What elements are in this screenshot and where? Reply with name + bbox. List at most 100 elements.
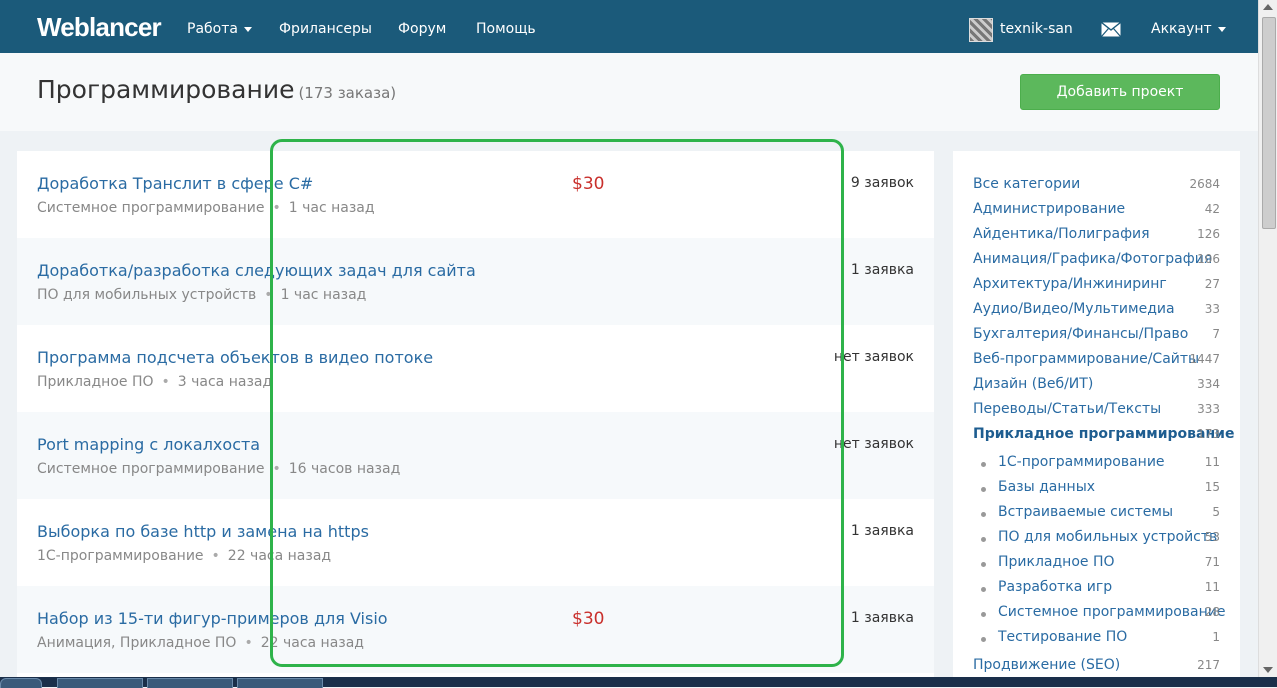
nav-username[interactable]: texnik-san [1000, 21, 1073, 37]
category-count: 11 [1204, 455, 1220, 469]
sidebar-subitem-game-dev[interactable]: Разработка игр 11 [953, 579, 1240, 604]
category-label: Айдентика/Полиграфия [973, 226, 1150, 242]
subcategory-label: 1С-программирование [998, 454, 1165, 470]
project-category[interactable]: ПО для мобильных устройств [37, 287, 256, 303]
nav-account-menu[interactable]: Аккаунт [1151, 21, 1226, 37]
bullet-icon [981, 537, 986, 542]
sidebar-subitem-testing[interactable]: Тестирование ПО 1 [953, 629, 1240, 654]
chevron-down-icon [243, 26, 252, 32]
nav-forum[interactable]: Форум [398, 21, 446, 37]
sidebar-subitem-mobile[interactable]: ПО для мобильных устройств 53 [953, 529, 1240, 554]
sidebar-item-architecture[interactable]: Архитектура/Инжиниринг 27 [953, 276, 1240, 301]
project-title-link[interactable]: Port mapping с локалхоста [37, 435, 260, 454]
site-logo[interactable]: Weblancer [37, 12, 162, 43]
envelope-icon[interactable] [1101, 22, 1121, 37]
scrollbar-thumb[interactable] [1262, 17, 1276, 229]
sidebar-item-web-programming[interactable]: Веб-программирование/Сайты 1447 [953, 351, 1240, 376]
sidebar-item-accounting[interactable]: Бухгалтерия/Финансы/Право 7 [953, 326, 1240, 351]
project-bids: 9 заявок [850, 175, 914, 191]
project-meta: Системное программирование • 16 часов наза… [37, 461, 400, 477]
page-header: Программирование (173 заказа) Добавить пр… [0, 53, 1258, 131]
project-time: 1 час назад [280, 287, 367, 303]
sidebar-item-administration[interactable]: Администрирование 42 [953, 201, 1240, 226]
project-bids: нет заявок [833, 349, 914, 365]
project-title-link[interactable]: Доработка/разработка следующих задач для… [37, 261, 476, 280]
sidebar-item-all[interactable]: Все категории 2684 [953, 176, 1240, 201]
category-count: 2684 [1189, 177, 1220, 191]
project-bids: нет заявок [833, 436, 914, 452]
sidebar-subitem-system-programming[interactable]: Системное программирование 28 [953, 604, 1240, 629]
category-count: 15 [1204, 480, 1220, 494]
category-count: 5 [1212, 505, 1220, 519]
sidebar-item-audio-video[interactable]: Аудио/Видео/Мультимедиа 33 [953, 301, 1240, 326]
project-meta: 1С-программирование • 22 часа назад [37, 548, 331, 564]
project-bids: 1 заявка [850, 523, 914, 539]
category-count: 27 [1204, 277, 1220, 291]
bullet-icon [981, 587, 986, 592]
os-taskbar [0, 677, 1277, 688]
separator-dot: • [272, 200, 281, 216]
project-bids: 1 заявка [850, 610, 914, 626]
subcategory-label: ПО для мобильных устройств [998, 529, 1218, 545]
sidebar-item-translations[interactable]: Переводы/Статьи/Тексты 333 [953, 401, 1240, 426]
category-label: Все категории [973, 176, 1081, 192]
project-title-link[interactable]: Доработка Транслит в сфере C# [37, 174, 313, 193]
project-category[interactable]: Прикладное ПО [37, 374, 154, 390]
scroll-up-arrow-icon[interactable] [1263, 4, 1273, 10]
project-meta: Анимация, Прикладное ПО • 22 часа назад [37, 635, 364, 651]
project-category[interactable]: Системное программирование [37, 200, 264, 216]
top-navigation: Weblancer Работа Фрилансеры Форум Помощь… [0, 0, 1258, 53]
vertical-scrollbar[interactable] [1258, 0, 1277, 677]
subcategory-label: Разработка игр [998, 579, 1113, 595]
category-label: Прикладное программирование [973, 426, 1235, 442]
category-label: Администрирование [973, 201, 1126, 217]
category-count: 33 [1204, 302, 1220, 316]
bullet-icon [981, 637, 986, 642]
page-title: Программирование (173 заказа) [37, 75, 396, 104]
bullet-icon [981, 487, 986, 492]
nav-work-menu[interactable]: Работа [187, 21, 252, 37]
scroll-down-arrow-icon[interactable] [1263, 667, 1273, 673]
category-label: Переводы/Статьи/Тексты [973, 401, 1162, 417]
bullet-icon [981, 562, 986, 567]
subcategory-label: Тестирование ПО [998, 629, 1128, 645]
category-count: 7 [1212, 327, 1220, 341]
sidebar-item-identity[interactable]: Айдентика/Полиграфия 126 [953, 226, 1240, 251]
category-count: 126 [1197, 227, 1220, 241]
user-avatar-icon[interactable] [969, 18, 993, 42]
subcategory-label: Встраиваемые системы [998, 504, 1174, 520]
project-meta: Прикладное ПО • 3 часа назад [37, 374, 272, 390]
project-time: 3 часа назад [177, 374, 273, 390]
add-project-button[interactable]: Добавить проект [1020, 74, 1220, 110]
category-count: 106 [1197, 252, 1220, 266]
project-row: Доработка/разработка следующих задач для… [17, 238, 934, 325]
nav-help[interactable]: Помощь [476, 21, 536, 37]
category-label: Аудио/Видео/Мультимедиа [973, 301, 1175, 317]
project-time: 16 часов назад [288, 461, 401, 477]
sidebar-item-animation[interactable]: Анимация/Графика/Фотография 106 [953, 251, 1240, 276]
sidebar-subitem-embedded[interactable]: Встраиваемые системы 5 [953, 504, 1240, 529]
project-category[interactable]: Системное программирование [37, 461, 264, 477]
bullet-icon [981, 512, 986, 517]
order-count: (173 заказа) [298, 84, 397, 102]
project-bids: 1 заявка [850, 262, 914, 278]
project-time: 22 часа назад [227, 548, 332, 564]
project-row: Выборка по базе http и замена на https 1… [17, 499, 934, 586]
sidebar-subitem-applied-software[interactable]: Прикладное ПО 71 [953, 554, 1240, 579]
project-category[interactable]: Анимация, Прикладное ПО [37, 635, 236, 651]
project-title-link[interactable]: Программа подсчета объектов в видео пото… [37, 348, 433, 367]
category-label: Анимация/Графика/Фотография [973, 251, 1213, 267]
project-title-link[interactable]: Выборка по базе http и замена на https [37, 522, 369, 541]
nav-freelancers[interactable]: Фрилансеры [279, 21, 372, 37]
category-count: 53 [1204, 530, 1220, 544]
project-category[interactable]: 1С-программирование [37, 548, 204, 564]
category-count: 42 [1204, 202, 1220, 216]
category-count: 11 [1204, 580, 1220, 594]
category-label: Дизайн (Веб/ИТ) [973, 376, 1094, 392]
sidebar-subitem-1c[interactable]: 1С-программирование 11 [953, 454, 1240, 479]
sidebar-item-design[interactable]: Дизайн (Веб/ИТ) 334 [953, 376, 1240, 401]
project-title-link[interactable]: Набор из 15-ти фигур-примеров для Visio [37, 609, 388, 628]
sidebar-subitem-databases[interactable]: Базы данных 15 [953, 479, 1240, 504]
separator-dot: • [264, 287, 273, 303]
sidebar-item-applied-programming[interactable]: Прикладное программирование 173 [953, 426, 1240, 451]
